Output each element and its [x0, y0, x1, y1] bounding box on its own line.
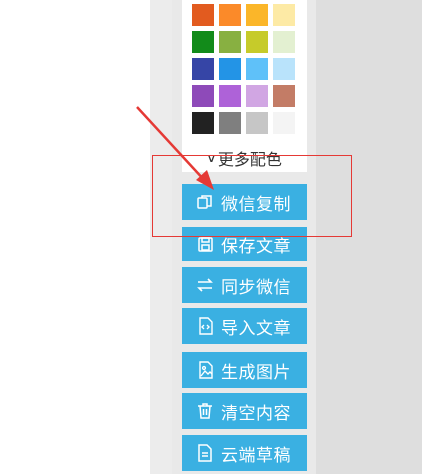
document-icon	[196, 444, 214, 462]
import-icon	[196, 317, 214, 335]
color-swatch[interactable]	[192, 4, 214, 26]
trash-icon	[196, 402, 214, 420]
color-swatch[interactable]	[273, 4, 295, 26]
color-swatch[interactable]	[219, 112, 241, 134]
color-swatch[interactable]	[192, 31, 214, 53]
color-swatch[interactable]	[273, 31, 295, 53]
color-swatch[interactable]	[273, 85, 295, 107]
wechat-copy-label: 微信复制	[221, 194, 291, 215]
color-swatch[interactable]	[219, 31, 241, 53]
color-swatch[interactable]	[219, 85, 241, 107]
color-swatch[interactable]	[219, 58, 241, 80]
image-icon	[196, 361, 214, 379]
sync-wechat-button[interactable]: 同步微信	[182, 267, 307, 303]
color-swatch[interactable]	[273, 112, 295, 134]
save-icon	[196, 235, 214, 253]
color-swatch[interactable]	[192, 112, 214, 134]
color-swatch[interactable]	[273, 58, 295, 80]
cloud-draft-button[interactable]: 云端草稿	[182, 435, 307, 471]
clear-content-button[interactable]: 清空内容	[182, 393, 307, 429]
generate-image-button[interactable]: 生成图片	[182, 352, 307, 388]
import-article-label: 导入文章	[221, 318, 291, 339]
wechat-copy-button[interactable]: 微信复制	[182, 184, 307, 220]
import-article-button[interactable]: 导入文章	[182, 308, 307, 344]
save-article-label: 保存文章	[221, 236, 291, 257]
color-swatch[interactable]	[246, 112, 268, 134]
sync-wechat-label: 同步微信	[221, 277, 291, 298]
sync-icon	[196, 276, 214, 294]
more-colors-label: 更多配色	[217, 149, 282, 169]
more-colors-link[interactable]: ∨ 更多配色	[182, 145, 307, 170]
color-swatch[interactable]	[192, 85, 214, 107]
clear-content-label: 清空内容	[221, 403, 291, 424]
color-swatch[interactable]	[192, 58, 214, 80]
copy-icon	[196, 193, 214, 211]
cloud-draft-label: 云端草稿	[221, 445, 291, 466]
color-swatch[interactable]	[246, 85, 268, 107]
color-swatch[interactable]	[246, 31, 268, 53]
save-article-button[interactable]: 保存文章	[182, 227, 307, 261]
generate-image-label: 生成图片	[221, 362, 291, 383]
chevron-down-icon: ∨	[206, 150, 217, 165]
left-gutter	[150, 0, 172, 474]
color-swatch[interactable]	[246, 4, 268, 26]
editor-area	[316, 0, 422, 474]
color-swatch[interactable]	[246, 58, 268, 80]
color-swatch[interactable]	[219, 4, 241, 26]
